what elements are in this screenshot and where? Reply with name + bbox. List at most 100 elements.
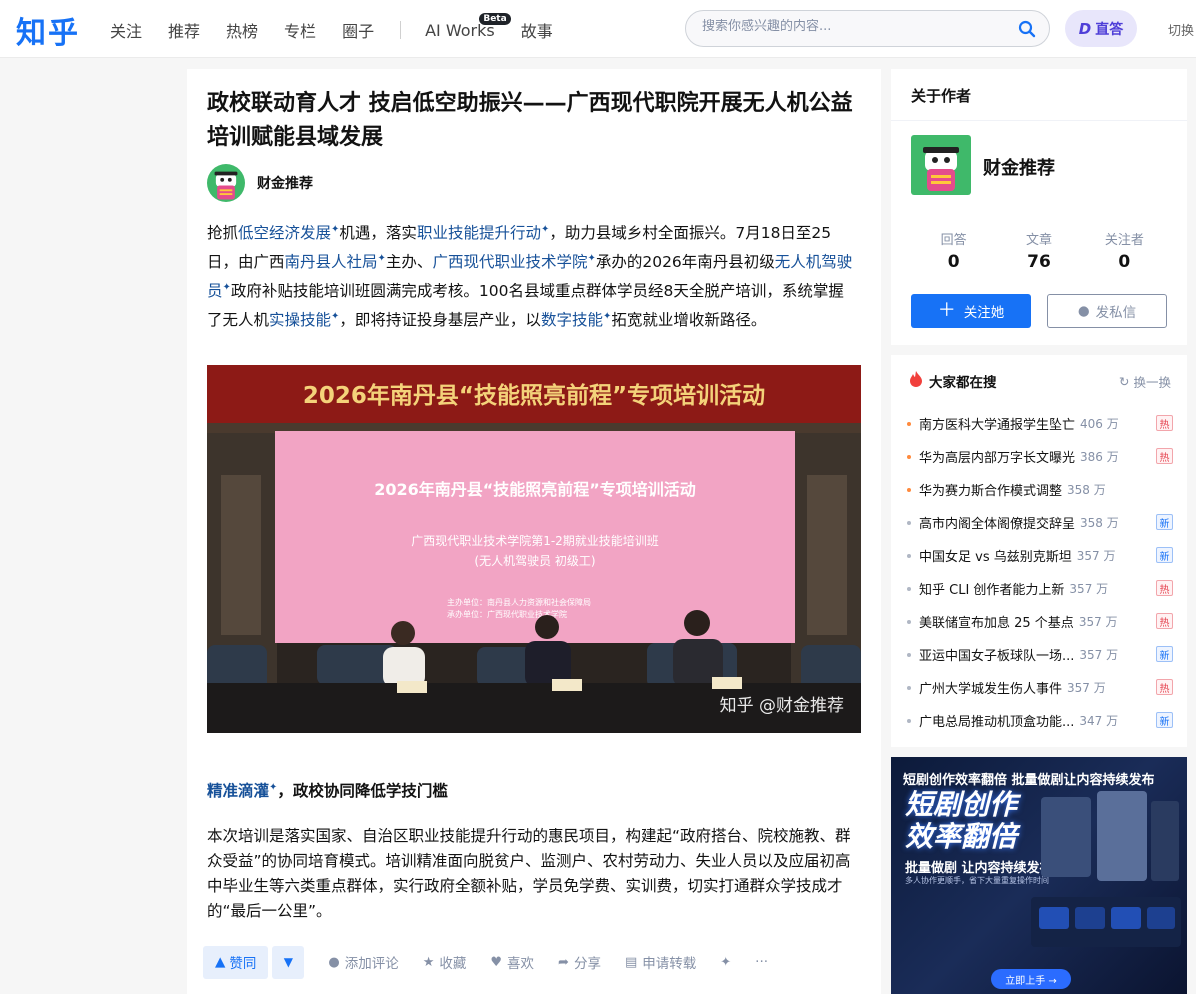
section-heading-rest: ，政校协同降低学技门槛 [277,782,448,800]
hot-search-item[interactable]: 广州大学城发生伤人事件 357 万 热 [907,671,1173,704]
main-nav: 关注 推荐 热榜 专栏 圈子 AI Works Beta 故事 [110,12,579,42]
hot-search-item[interactable]: 高市内阁全体阁僚提交辞呈 358 万 新 [907,506,1173,539]
divider [891,120,1187,121]
nav-recommend[interactable]: 推荐 [168,18,200,42]
ad-small-text: 多人协作更顺手，省下大量重复操作时间 [905,876,1049,885]
nav-story[interactable]: 故事 [521,18,553,42]
author-card-name[interactable]: 财金推荐 [983,154,1055,180]
section-heading-link[interactable]: 精准滴灌 [207,782,269,800]
stat-value: 0 [947,252,960,272]
zhida-label: 直答 [1095,21,1124,38]
body-paragraph: 本次培训是落实国家、自治区职业技能提升行动的惠民项目，构建起“政府搭台、院校施教… [207,827,851,920]
inline-topic-link[interactable]: 低空经济发展 [238,224,331,242]
ad-top-text: 短剧创作效率翻倍 批量做剧让内容持续发布 [903,773,1155,788]
rank-dot [907,619,911,624]
plus-icon: ＋ [937,300,956,321]
hot-search-title: 知乎 CLI 创作者能力上新 [919,583,1065,598]
nav-column[interactable]: 专栏 [284,18,316,42]
search-icon[interactable] [1017,19,1037,39]
ad-headline-2: 效率翻倍 [905,820,1018,853]
paragraph-text: 主办、 [385,253,433,272]
share-icon: ➦ [558,954,569,970]
inline-topic-link[interactable]: 职业技能提升行动 [417,224,541,242]
nav-hot[interactable]: 热榜 [226,18,258,42]
chat-bubble-icon: ● [1077,303,1090,319]
switch-link[interactable]: 切换 [1168,20,1194,39]
message-label: 发私信 [1095,305,1137,321]
hot-search-title: 美联储宣布加息 25 个基点 [919,616,1074,631]
stat-articles[interactable]: 文章 76 [996,229,1081,272]
sparkle-icon: ✦ [377,253,386,265]
downvote-button[interactable]: ▼ [272,945,305,979]
rank-dot [907,487,911,492]
nav-ai-works[interactable]: AI Works Beta [425,12,511,40]
author-name[interactable]: 财金推荐 [257,173,313,193]
hot-search-count: 357 万 [1067,681,1106,695]
hot-search-item[interactable]: 美联储宣布加息 25 个基点 357 万 热 [907,605,1173,638]
rank-dot [907,718,911,723]
ad-cta-button[interactable]: 立即上手 → [991,969,1071,989]
author-stats: 回答 0 文章 76 关注者 0 [911,229,1167,272]
hot-search-item[interactable]: 华为高层内部万字长文曝光 386 万 热 [907,440,1173,473]
top-header: 知乎 关注 推荐 热榜 专栏 圈子 AI Works Beta 故事 D 直答 … [0,0,1196,58]
stat-label: 文章 [1025,233,1052,248]
zhida-icon: D [1078,19,1092,38]
article-photo[interactable]: 2026年南丹县“技能照亮前程”专项培训活动 2026年南丹县“技能照亮前程”专… [207,365,861,733]
hot-search-item[interactable]: 南方医科大学通报学生坠亡 406 万 热 [907,407,1173,440]
hot-search-count: 386 万 [1080,450,1119,464]
hot-search-item[interactable]: 华为赛力斯合作模式调整 358 万 [907,473,1173,506]
hot-search-title: 华为赛力斯合作模式调整 [919,484,1063,499]
more-button[interactable]: ··· [755,954,768,970]
hot-search-item[interactable]: 知乎 CLI 创作者能力上新 357 万 热 [907,572,1173,605]
hot-search-item[interactable]: 广电总局推动机顶盒功能... 347 万 新 [907,704,1173,737]
hot-search-title: 南方医科大学通报学生坠亡 [919,418,1076,433]
paragraph-text: 承办的2026年南丹县初级 [595,253,775,272]
author-card-avatar[interactable] [911,135,971,195]
hot-search-item[interactable]: 亚运中国女子板球队一场... 357 万 新 [907,638,1173,671]
collect-button[interactable]: ★ 收藏 [422,952,467,973]
new-badge: 新 [1156,547,1173,563]
author-avatar[interactable] [207,164,245,202]
inline-topic-link[interactable]: 实操技能 [269,312,331,330]
comment-button[interactable]: ● 添加评论 [328,952,399,973]
hot-search-count: 357 万 [1069,582,1109,596]
hot-search-item[interactable]: 中国女足 vs 乌兹别克斯坦 357 万 新 [907,539,1173,572]
zhihu-logo[interactable]: 知乎 [16,8,80,52]
stat-followers[interactable]: 关注者 0 [1082,229,1167,272]
inline-topic-link[interactable]: 南丹县人社局 [285,253,378,271]
hot-search-title: 华为高层内部万字长文曝光 [919,451,1076,466]
comment-label: 添加评论 [344,956,399,972]
stat-answers[interactable]: 回答 0 [911,229,996,272]
hot-search-title: 广州大学城发生伤人事件 [919,682,1063,697]
inline-topic-link[interactable]: 广西现代职业技术学院 [432,253,587,271]
paragraph-text: ，即将持证投身基层产业，以 [339,311,541,330]
search-input[interactable] [702,19,1002,34]
hot-search-count: 357 万 [1078,615,1118,629]
inline-topic-link[interactable]: 数字技能 [541,312,603,330]
refresh-label: 换一换 [1133,375,1171,390]
nav-divider [400,21,402,39]
sparkle-icon: ✦ [222,282,231,294]
ad-banner[interactable]: 短剧创作效率翻倍 批量做剧让内容持续发布 短剧创作 效率翻倍 批量做剧 让内容持… [891,757,1187,994]
follow-button[interactable]: ＋ 关注她 [911,294,1031,328]
nav-circle[interactable]: 圈子 [342,18,374,42]
upvote-button[interactable]: ▲ 赞同 [203,945,269,979]
repost-label: 申请转载 [642,956,697,972]
hot-search-card: 大家都在搜 ↻ 换一换 南方医科大学通报学生坠亡 406 万热华为高层内部万字长文… [891,355,1187,747]
hot-search-count: 406 万 [1080,417,1119,431]
hot-badge: 热 [1156,448,1173,464]
hot-search-count: 358 万 [1067,483,1106,497]
refresh-button[interactable]: ↻ 换一换 [1119,372,1171,391]
rank-dot [907,652,911,657]
message-button[interactable]: ● 发私信 [1047,294,1167,328]
star-icon: ★ [422,954,435,970]
rank-dot [907,685,911,690]
rank-dot [907,553,911,558]
zhida-button[interactable]: D 直答 [1065,10,1137,47]
repost-button[interactable]: ▤ 申请转载 [625,952,697,973]
nav-follow[interactable]: 关注 [110,18,142,42]
comment-icon: ● [328,954,340,970]
like-button[interactable]: ♥ 喜欢 [490,952,534,973]
ai-sparkle-button[interactable]: ✦ [720,955,731,970]
share-button[interactable]: ➦ 分享 [558,952,601,973]
